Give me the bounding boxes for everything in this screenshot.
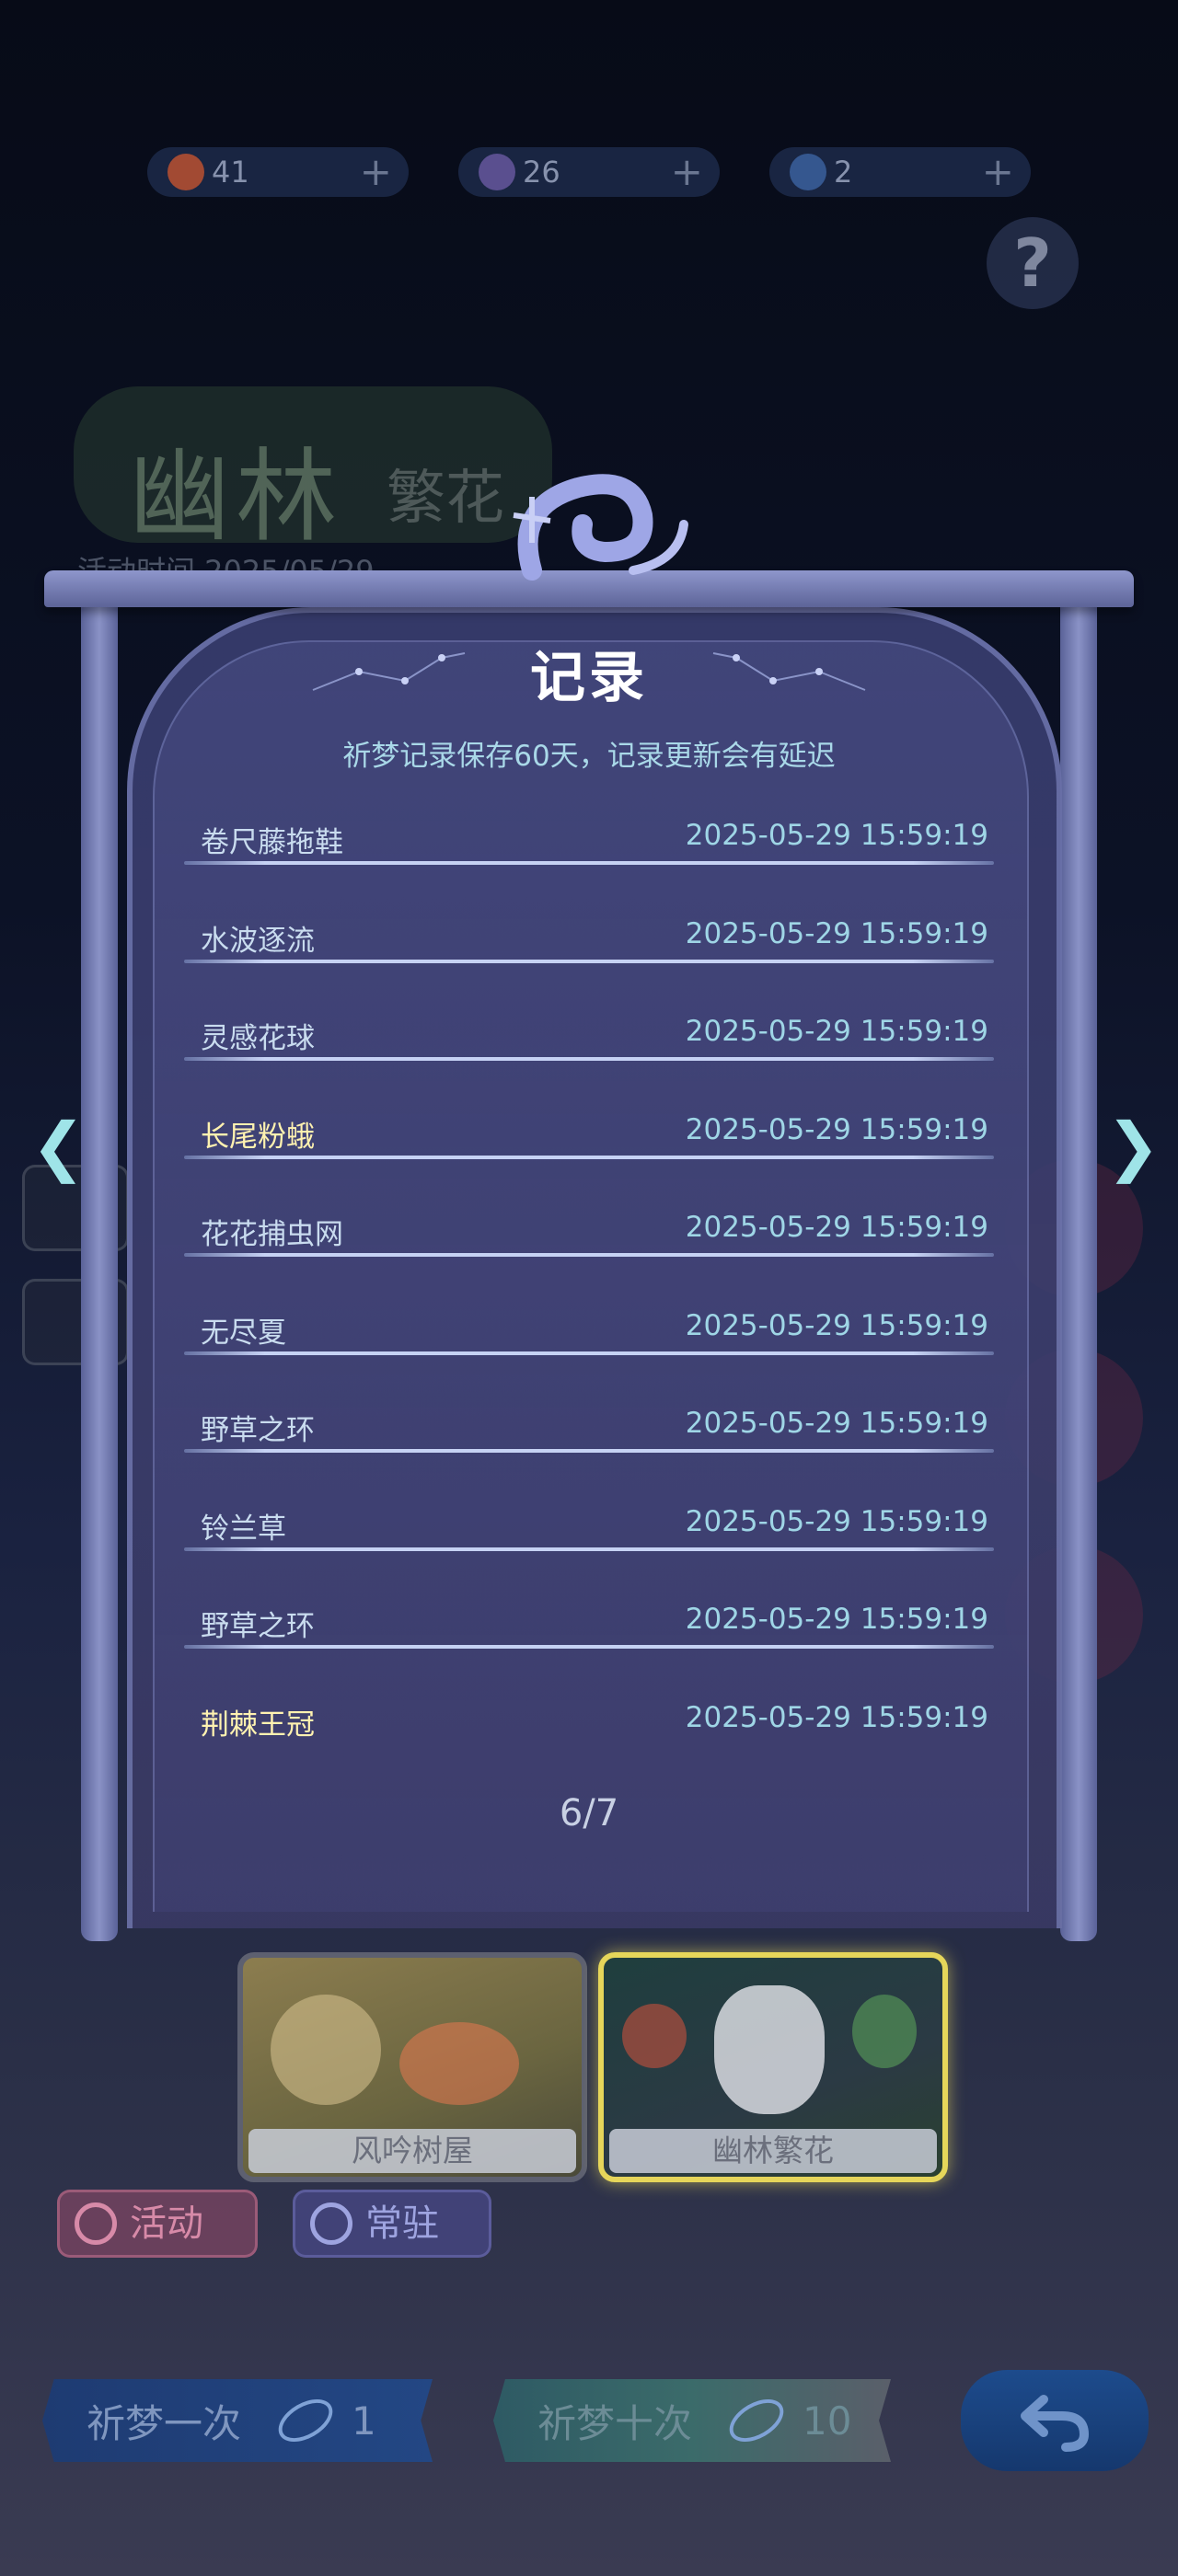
row-divider [184,1645,994,1649]
pool-card-wind-treehouse[interactable]: 风吟树屋 [237,1952,587,2182]
permanent-icon [310,2202,352,2245]
draw-ten-label: 祈梦十次 [537,2400,693,2446]
currency-moon: 26 + [458,147,720,197]
add-currency-button[interactable]: + [982,153,1014,191]
row-divider [184,1155,994,1159]
feather-ticket-icon [722,2390,791,2451]
record-item-time: 2025-05-29 15:59:19 [685,819,988,852]
row-divider [184,1547,994,1551]
record-row: 长尾粉蛾 2025-05-29 15:59:19 [184,1095,994,1193]
currency-ticket: 2 + [769,147,1031,197]
record-item-name: 花花捕虫网 [201,1218,343,1251]
moon-coin-icon [479,154,515,190]
record-item-time: 2025-05-29 15:59:19 [685,916,988,950]
modal-subtitle: 祈梦记录保存60天，记录更新会有延迟 [342,740,836,773]
currency-value: 26 [523,155,560,190]
frame-pillar-left [81,598,118,1941]
pool-art [852,1995,917,2068]
currency-value: 41 [212,155,249,190]
record-item-time: 2025-05-29 15:59:19 [685,1504,988,1538]
record-row: 野草之环 2025-05-29 15:59:19 [184,1388,994,1487]
frame-pillar-right [1060,598,1097,1941]
page-indicator: 6/7 [559,1792,619,1834]
record-item-name: 卷尺藤拖鞋 [201,826,343,859]
record-item-time: 2025-05-29 15:59:19 [685,1308,988,1342]
pool-label: 幽林繁花 [609,2129,937,2173]
help-button[interactable]: ? [987,217,1079,309]
activity-icon [75,2202,117,2245]
record-item-name: 灵感花球 [201,1022,315,1055]
record-list: 卷尺藤拖鞋 2025-05-29 15:59:19 水波逐流 2025-05-29 1… [184,800,994,1780]
record-row: 荆棘王冠 2025-05-29 15:59:19 [184,1683,994,1781]
draw-ten-button[interactable]: 祈梦十次 10 [493,2379,891,2462]
record-row: 水波逐流 2025-05-29 15:59:19 [184,899,994,997]
tab-label: 常驻 [365,2202,439,2245]
record-item-time: 2025-05-29 15:59:19 [685,1112,988,1146]
draw-ten-cost: 10 [803,2398,852,2444]
pool-art [399,2022,519,2105]
pool-art [271,1995,381,2105]
record-item-name: 野草之环 [201,1610,315,1643]
row-divider [184,1057,994,1061]
draw-once-label: 祈梦一次 [87,2400,242,2446]
record-item-name: 无尽夏 [201,1316,286,1350]
record-item-time: 2025-05-29 15:59:19 [685,1211,988,1244]
tab-activity[interactable]: 活动 [57,2190,258,2258]
swirl-emblem-icon [495,432,707,598]
back-button[interactable] [961,2370,1149,2471]
tab-permanent[interactable]: 常驻 [293,2190,491,2258]
feather-ticket-icon [790,154,826,190]
add-currency-button[interactable]: + [671,153,703,191]
record-item-name: 荆棘王冠 [201,1708,315,1742]
prev-page-arrow-icon[interactable]: ❮ [31,1113,86,1179]
feather-ticket-icon [271,2390,341,2451]
pool-card-forest-bloom[interactable]: 幽林繁花 [598,1952,948,2182]
row-divider [184,1449,994,1453]
record-row: 铃兰草 2025-05-29 15:59:19 [184,1487,994,1585]
flower-coin-icon [167,154,204,190]
record-row: 灵感花球 2025-05-29 15:59:19 [184,996,994,1095]
back-arrow-icon [1021,2395,1090,2452]
next-page-arrow-icon[interactable]: ❯ [1106,1113,1161,1179]
tab-label: 活动 [130,2202,203,2245]
modal-title: 记录 [530,646,648,710]
pool-label: 风吟树屋 [248,2129,576,2173]
cat-character-icon [714,1985,825,2114]
pool-art [622,2004,687,2068]
record-item-name: 长尾粉蛾 [201,1120,315,1154]
draw-once-cost: 1 [352,2398,376,2444]
event-subtitle: 繁花 [387,465,504,533]
row-divider [184,1351,994,1355]
currency-value: 2 [834,155,853,190]
record-item-name: 野草之环 [201,1414,315,1447]
event-title: 幽林 [129,438,342,556]
record-item-time: 2025-05-29 15:59:19 [685,1407,988,1440]
record-row: 卷尺藤拖鞋 2025-05-29 15:59:19 [184,800,994,899]
record-item-name: 铃兰草 [201,1512,286,1546]
record-row: 花花捕虫网 2025-05-29 15:59:19 [184,1192,994,1291]
row-divider [184,1253,994,1257]
row-divider [184,959,994,963]
record-item-time: 2025-05-29 15:59:19 [685,1015,988,1048]
add-currency-button[interactable]: + [360,153,392,191]
record-row: 野草之环 2025-05-29 15:59:19 [184,1584,994,1683]
record-item-time: 2025-05-29 15:59:19 [685,1603,988,1636]
record-item-time: 2025-05-29 15:59:19 [685,1700,988,1734]
row-divider [184,861,994,865]
currency-flower: 41 + [147,147,409,197]
record-item-name: 水波逐流 [201,924,315,958]
record-row: 无尽夏 2025-05-29 15:59:19 [184,1291,994,1389]
draw-once-button[interactable]: 祈梦一次 1 [42,2379,433,2462]
